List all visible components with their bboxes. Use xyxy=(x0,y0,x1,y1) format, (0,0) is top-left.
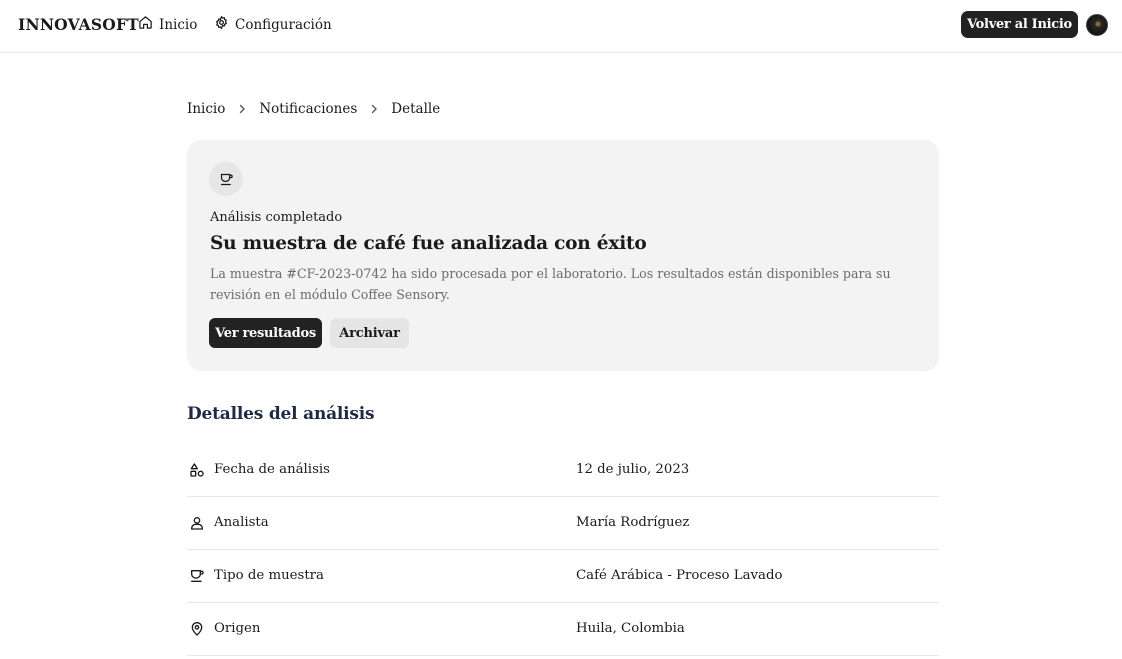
user-icon xyxy=(189,515,205,531)
nav-item-configuracion[interactable]: Configuración xyxy=(214,15,332,34)
notification-card: Análisis completado Su muestra de café f… xyxy=(187,140,939,371)
detail-label: Origen xyxy=(214,621,261,636)
notification-title: Su muestra de café fue analizada con éxi… xyxy=(210,233,647,254)
breadcrumb-item-notificaciones[interactable]: Notificaciones xyxy=(259,101,357,117)
nav-item-inicio[interactable]: Inicio xyxy=(138,15,197,34)
avatar[interactable] xyxy=(1086,14,1108,36)
gear-icon xyxy=(214,15,229,34)
detail-row-fecha: Fecha de análisis 12 de julio, 2023 xyxy=(187,444,939,497)
top-navigation-bar: INNOVASOFT Inicio Configuración Volver a… xyxy=(0,0,1122,53)
chevron-right-icon xyxy=(369,104,379,114)
back-to-home-button[interactable]: Volver al Inicio xyxy=(961,11,1078,38)
detail-row-origen: Origen Huila, Colombia xyxy=(187,603,939,656)
notification-kicker: Análisis completado xyxy=(210,210,343,225)
detail-label: Fecha de análisis xyxy=(214,462,330,477)
detail-label: Tipo de muestra xyxy=(214,568,324,583)
detail-value: Café Arábica - Proceso Lavado xyxy=(576,568,783,583)
detail-value: 12 de julio, 2023 xyxy=(576,462,690,477)
detail-label: Analista xyxy=(214,515,269,530)
view-results-button[interactable]: Ver resultados xyxy=(209,318,322,348)
chevron-right-icon xyxy=(237,104,247,114)
detail-row-tipo-muestra: Tipo de muestra Café Arábica - Proceso L… xyxy=(187,550,939,603)
nav-item-label: Configuración xyxy=(235,16,332,33)
breadcrumb-item-inicio[interactable]: Inicio xyxy=(187,101,225,117)
breadcrumb: Inicio Notificaciones Detalle xyxy=(187,101,440,117)
detail-row-analista: Analista María Rodríguez xyxy=(187,497,939,550)
detail-value: María Rodríguez xyxy=(576,515,690,530)
breadcrumb-item-detalle: Detalle xyxy=(391,101,441,117)
details-section-title: Detalles del análisis xyxy=(187,404,375,424)
map-pin-icon xyxy=(189,621,205,637)
detail-value: Huila, Colombia xyxy=(576,621,685,636)
archive-button[interactable]: Archivar xyxy=(330,318,409,348)
coffee-cup-icon xyxy=(209,162,243,196)
brand-logo[interactable]: INNOVASOFT xyxy=(18,15,139,34)
notification-description: La muestra #CF-2023-0742 ha sido procesa… xyxy=(210,266,891,302)
nav-item-label: Inicio xyxy=(159,16,198,33)
details-list: Fecha de análisis 12 de julio, 2023 Anal… xyxy=(187,444,939,656)
home-icon xyxy=(138,15,153,34)
shapes-icon xyxy=(189,462,205,478)
coffee-cup-icon xyxy=(189,568,205,584)
